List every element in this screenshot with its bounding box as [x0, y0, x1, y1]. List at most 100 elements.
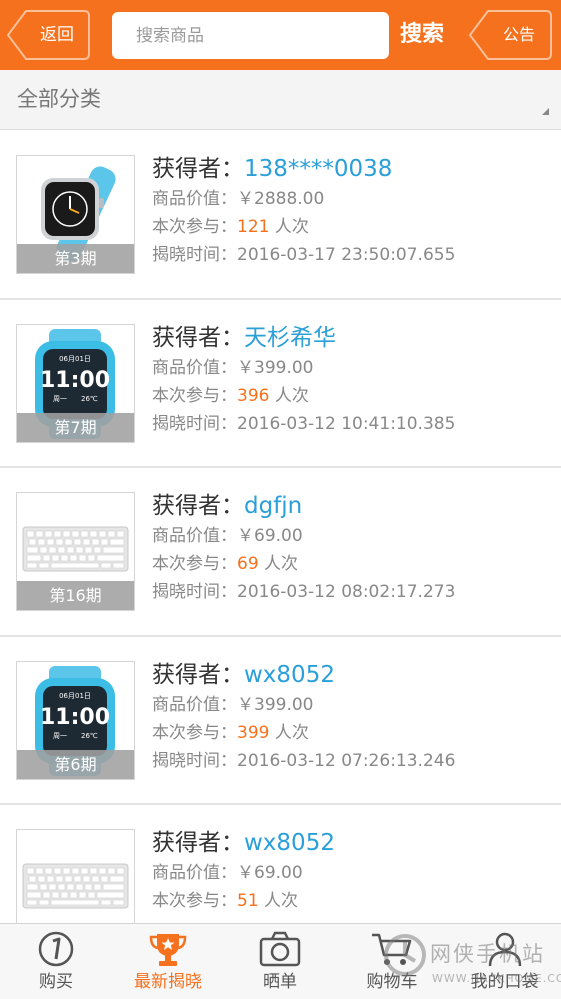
product-thumbnail[interactable]: 06月01日 11:00 周一 26℃ 第7期: [16, 323, 135, 443]
list-item[interactable]: 获得者：wx8052 商品价值：￥69.00 本次参与：51 人次: [0, 805, 561, 923]
value-amount: ￥69.00: [237, 863, 303, 883]
winner-label: 获得者：: [152, 324, 244, 351]
back-button[interactable]: 返回: [6, 10, 90, 60]
participate-line: 本次参与：399 人次: [152, 719, 561, 747]
value-amount: ￥399.00: [237, 694, 314, 715]
watch-date: 06月01日: [59, 692, 91, 700]
search-box[interactable]: [112, 12, 389, 59]
watch-temp: 26℃: [81, 395, 98, 403]
notice-button-label: 公告: [502, 25, 535, 44]
dropdown-corner-icon: [542, 108, 549, 115]
winner-name[interactable]: dgfjn: [244, 493, 302, 519]
product-thumbnail[interactable]: 第16期: [16, 492, 135, 611]
nav-share-label: 晒单: [263, 972, 297, 992]
nav-buy-label: 购买: [39, 972, 73, 992]
nav-latest-reveal[interactable]: 最新揭晓: [112, 924, 224, 999]
reveal-time-line: 揭晓时间：2016-03-12 07:26:13.246: [152, 747, 561, 775]
watch-date: 06月01日: [59, 355, 91, 363]
winner-name[interactable]: wx8052: [244, 662, 335, 688]
nav-my-pocket[interactable]: 我的口袋: [448, 924, 561, 999]
participate-count: 396: [237, 385, 270, 406]
value-line: 商品价值：￥69.00: [152, 522, 561, 550]
participate-label: 本次参与：: [152, 217, 237, 237]
app-screen: 返回 搜索 公告 全部分类: [0, 0, 561, 999]
participate-unit: 人次: [274, 385, 309, 406]
winner-name[interactable]: 138****0038: [244, 156, 392, 182]
participate-unit: 人次: [264, 891, 299, 911]
category-bar[interactable]: 全部分类: [0, 70, 561, 130]
value-line: 商品价值：￥69.00: [152, 859, 561, 887]
participate-line: 本次参与：69 人次: [152, 550, 561, 578]
participate-count: 399: [237, 722, 270, 743]
participate-line: 本次参与：396 人次: [152, 382, 561, 410]
period-badge: 第6期: [17, 749, 134, 779]
value-line: 商品价值：￥2888.00: [152, 185, 561, 213]
value-amount: ￥399.00: [237, 357, 314, 378]
list-item[interactable]: 06月01日 11:00 周一 26℃ 第6期 获得者：wx8052 商品价值：…: [0, 636, 561, 805]
winner-name[interactable]: 天杉希华: [244, 325, 336, 351]
product-thumbnail[interactable]: 第3期: [16, 155, 135, 274]
participate-count: 51: [237, 891, 259, 911]
product-thumbnail[interactable]: 06月01日 11:00 周一 26℃ 第6期: [16, 660, 135, 780]
watch-time: 11:00: [40, 705, 110, 730]
winner-line: 获得者：138****0038: [152, 153, 561, 185]
nav-cart-label: 购物车: [366, 972, 418, 992]
participate-unit: 人次: [274, 722, 309, 743]
watch-time: 11:00: [40, 368, 110, 393]
winner-name[interactable]: wx8052: [244, 830, 335, 856]
reveal-time-value: 2016-03-12 08:02:17.273: [237, 582, 456, 602]
nav-share[interactable]: 晒单: [224, 924, 336, 999]
cart-icon: [372, 933, 412, 965]
value-line: 商品价值：￥399.00: [152, 354, 561, 382]
value-label: 商品价值：: [152, 526, 237, 546]
reveal-time-value: 2016-03-17 23:50:07.655: [237, 245, 456, 265]
period-badge: 第16期: [17, 581, 134, 610]
value-label: 商品价值：: [152, 694, 237, 715]
search-input[interactable]: [112, 12, 389, 59]
reveal-list[interactable]: 第3期 获得者：138****0038 商品价值：￥2888.00 本次参与：1…: [0, 131, 561, 923]
nav-buy[interactable]: 购买: [0, 924, 112, 999]
back-button-label: 返回: [40, 25, 74, 45]
value-label: 商品价值：: [152, 357, 237, 378]
item-info: 获得者：dgfjn 商品价值：￥69.00 本次参与：69 人次 揭晓时间：20…: [152, 490, 561, 606]
winner-line: 获得者：wx8052: [152, 659, 561, 691]
winner-label: 获得者：: [152, 156, 244, 182]
user-icon: [488, 932, 521, 967]
winner-label: 获得者：: [152, 661, 244, 688]
participate-label: 本次参与：: [152, 554, 237, 574]
camera-icon: [259, 931, 301, 967]
list-item[interactable]: 第16期 获得者：dgfjn 商品价值：￥69.00 本次参与：69 人次 揭晓…: [0, 468, 561, 637]
item-info: 获得者：wx8052 商品价值：￥69.00 本次参与：51 人次: [152, 827, 561, 915]
participate-unit: 人次: [264, 554, 299, 574]
winner-label: 获得者：: [152, 830, 244, 856]
participate-count: 121: [237, 217, 270, 237]
value-amount: ￥69.00: [237, 526, 303, 546]
watch-weekday: 周一: [53, 395, 67, 403]
period-badge: 第3期: [17, 244, 134, 273]
nav-my-pocket-label: 我的口袋: [470, 972, 539, 992]
notice-button[interactable]: 公告: [468, 10, 552, 60]
item-info: 获得者：天杉希华 商品价值：￥399.00 本次参与：396 人次 揭晓时间：2…: [152, 322, 561, 438]
participate-count: 69: [237, 554, 259, 574]
product-thumbnail[interactable]: [16, 829, 135, 923]
list-item[interactable]: 第3期 获得者：138****0038 商品价值：￥2888.00 本次参与：1…: [0, 131, 561, 300]
watch-weekday: 周一: [53, 732, 67, 740]
winner-line: 获得者：dgfjn: [152, 490, 561, 522]
search-button[interactable]: 搜索: [400, 14, 444, 56]
item-info: 获得者：wx8052 商品价值：￥399.00 本次参与：399 人次 揭晓时间…: [152, 659, 561, 775]
value-label: 商品价值：: [152, 189, 237, 209]
value-label: 商品价值：: [152, 863, 237, 883]
participate-line: 本次参与：51 人次: [152, 887, 561, 915]
period-badge: 第7期: [17, 412, 134, 442]
value-line: 商品价值：￥399.00: [152, 691, 561, 719]
reveal-time-label: 揭晓时间：: [152, 245, 237, 265]
reveal-time-line: 揭晓时间：2016-03-12 10:41:10.385: [152, 410, 561, 438]
participate-line: 本次参与：121 人次: [152, 213, 561, 241]
trophy-icon: [149, 934, 187, 966]
keyboard-icon: [22, 863, 129, 909]
list-item[interactable]: 06月01日 11:00 周一 26℃ 第7期 获得者：天杉希华 商品价值：￥3…: [0, 299, 561, 468]
reveal-time-label: 揭晓时间：: [152, 750, 237, 771]
top-bar: 返回 搜索 公告: [0, 0, 561, 70]
nav-cart[interactable]: 购物车: [336, 924, 448, 999]
participate-unit: 人次: [274, 217, 309, 237]
